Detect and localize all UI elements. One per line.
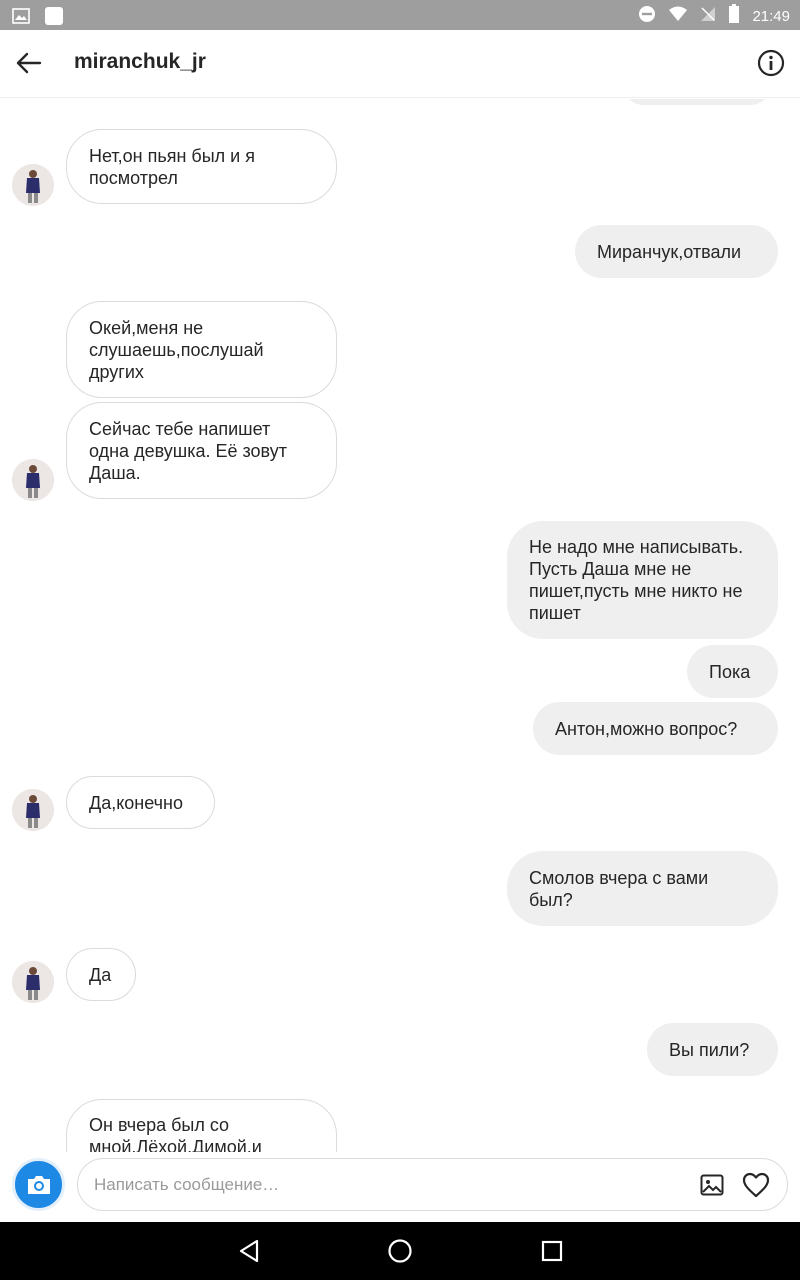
message-bubble-incoming[interactable]: Он вчера был со мной.Лёхой.Димой.и <box>66 1099 337 1152</box>
system-nav-bar <box>0 1222 800 1280</box>
square-recents-icon <box>541 1240 563 1262</box>
status-bar: 21:49 <box>0 0 800 30</box>
avatar[interactable] <box>12 789 54 831</box>
dnd-icon <box>638 5 656 28</box>
info-icon <box>757 49 785 77</box>
message-bubble-outgoing[interactable]: Смолов вчера с вами был? <box>507 851 778 926</box>
nav-recents-button[interactable] <box>535 1234 569 1268</box>
triangle-back-icon <box>239 1239 259 1263</box>
avatar[interactable] <box>12 961 54 1003</box>
gallery-notification-icon <box>12 8 30 29</box>
message-bubble-incoming[interactable]: Сейчас тебе напишет одна девушка. Её зов… <box>66 402 337 499</box>
image-icon <box>700 1174 724 1196</box>
app-notification-icon <box>44 6 64 31</box>
composer-bar <box>0 1152 800 1222</box>
wifi-icon <box>668 6 688 27</box>
message-bubble-incoming[interactable]: Да,конечно <box>66 776 215 829</box>
avatar[interactable] <box>12 164 54 206</box>
message-input[interactable] <box>77 1158 788 1211</box>
like-button[interactable] <box>740 1170 772 1200</box>
chat-title[interactable]: miranchuk_jr <box>74 50 206 74</box>
nav-back-button[interactable] <box>232 1234 266 1268</box>
camera-icon <box>27 1175 50 1194</box>
camera-button[interactable] <box>12 1158 65 1211</box>
avatar[interactable] <box>12 459 54 501</box>
no-signal-icon <box>700 6 716 27</box>
message-bubble-outgoing[interactable] <box>621 99 773 105</box>
message-bubble-outgoing[interactable]: Вы пили? <box>647 1023 778 1076</box>
heart-icon <box>742 1172 770 1198</box>
message-bubble-outgoing[interactable]: Миранчук,отвали <box>575 225 778 278</box>
arrow-left-icon <box>16 52 42 74</box>
circle-home-icon <box>388 1239 412 1263</box>
message-bubble-outgoing[interactable]: Антон,можно вопрос? <box>533 702 778 755</box>
status-time: 21:49 <box>752 8 790 25</box>
message-thread[interactable]: Нет,он пьян был и я посмотрел Миранчук,о… <box>0 99 800 1152</box>
chat-header: miranchuk_jr <box>0 30 800 98</box>
back-button[interactable] <box>12 46 46 80</box>
message-bubble-outgoing[interactable]: Не надо мне написывать. Пусть Даша мне н… <box>507 521 778 639</box>
gallery-button[interactable] <box>698 1172 726 1198</box>
message-bubble-incoming[interactable]: Да <box>66 948 136 1001</box>
info-button[interactable] <box>754 46 788 80</box>
battery-icon <box>728 4 740 29</box>
message-bubble-outgoing[interactable]: Пока <box>687 645 778 698</box>
message-bubble-incoming[interactable]: Окей,меня не слушаешь,послушай других <box>66 301 337 398</box>
message-bubble-incoming[interactable]: Нет,он пьян был и я посмотрел <box>66 129 337 204</box>
nav-home-button[interactable] <box>383 1234 417 1268</box>
